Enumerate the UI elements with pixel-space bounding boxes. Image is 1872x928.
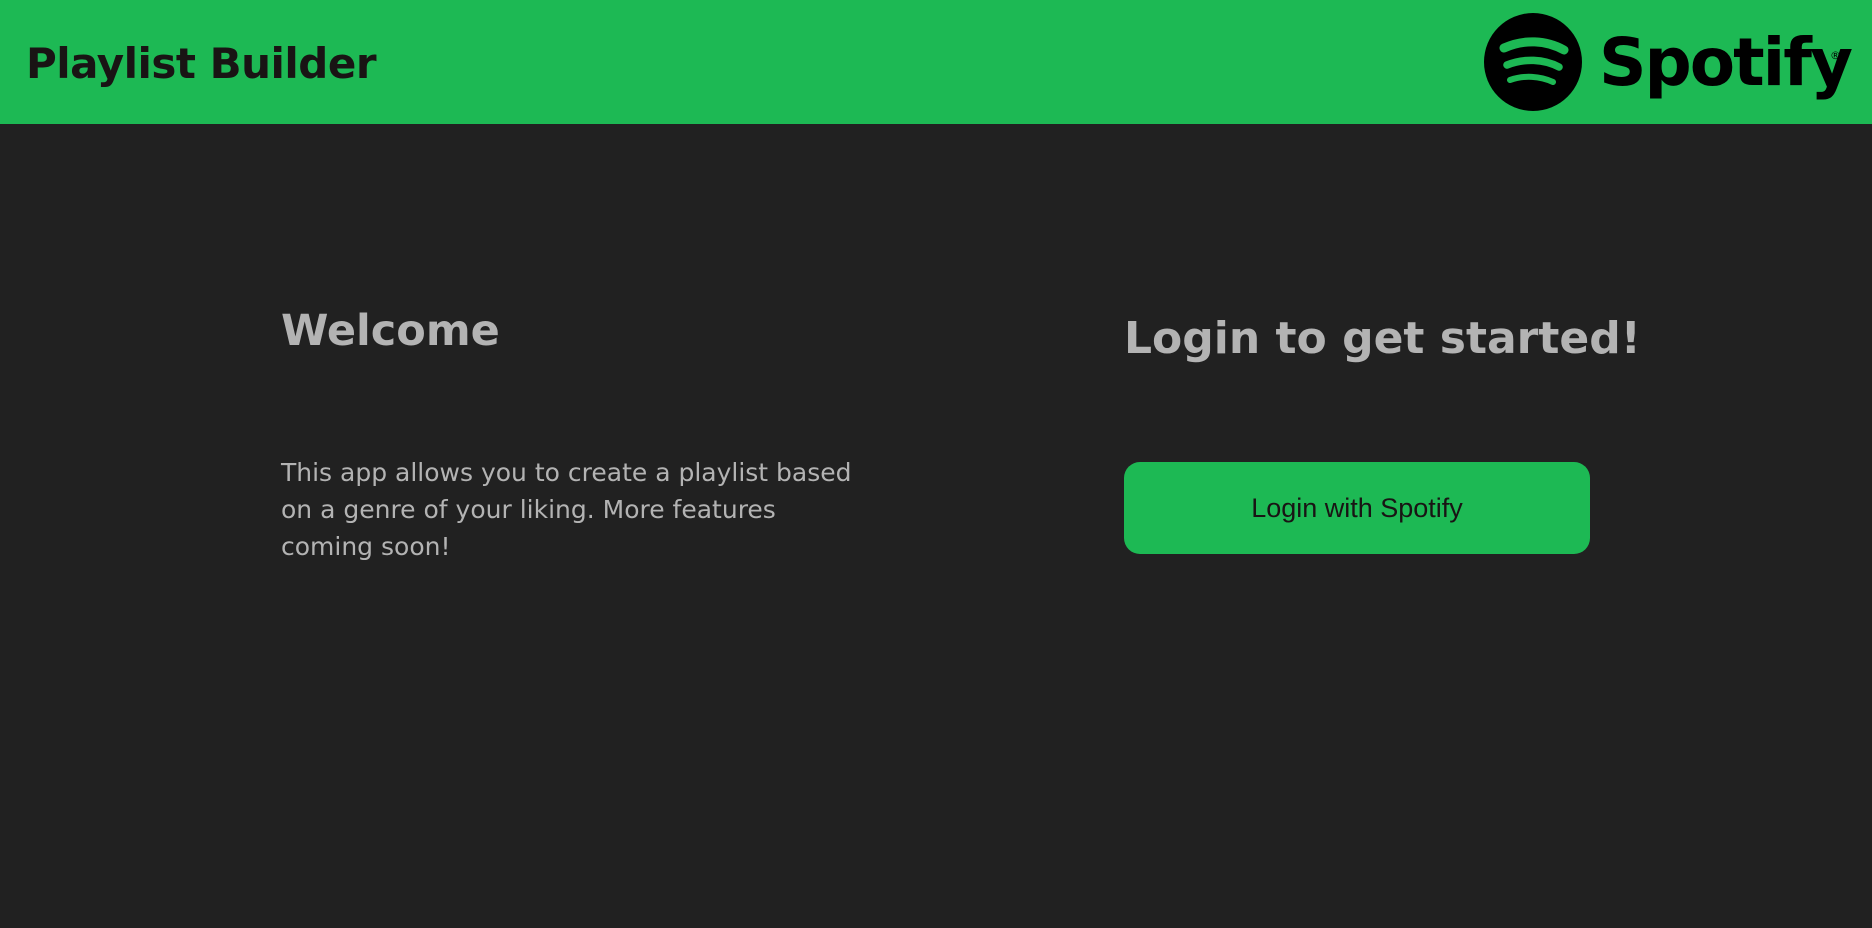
login-heading: Login to get started! <box>1124 313 1641 364</box>
login-with-spotify-button[interactable]: Login with Spotify <box>1124 462 1590 554</box>
spotify-icon <box>1484 13 1582 111</box>
app-title: Playlist Builder <box>26 39 377 88</box>
app-header: Playlist Builder Spotify ® <box>0 0 1872 124</box>
spotify-logo: Spotify ® <box>1484 13 1854 111</box>
spotify-wordmark: Spotify <box>1599 24 1853 101</box>
welcome-description: This app allows you to create a playlist… <box>281 458 852 561</box>
welcome-heading: Welcome <box>281 306 500 356</box>
registered-mark: ® <box>1830 49 1841 62</box>
